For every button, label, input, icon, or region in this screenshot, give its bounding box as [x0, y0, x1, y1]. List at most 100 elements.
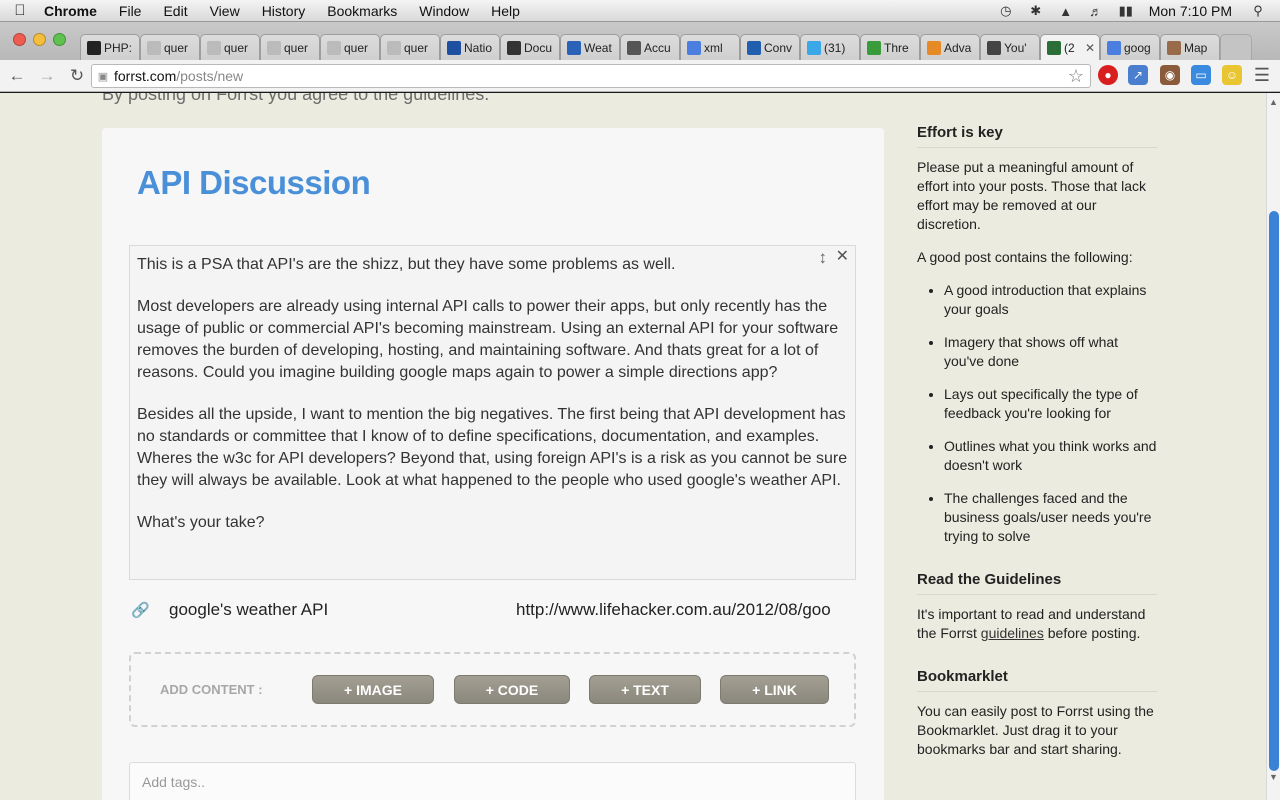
guidelines-heading: Read the Guidelines: [917, 570, 1157, 595]
add-content-box: ADD CONTENT : + IMAGE + CODE + TEXT + LI…: [129, 652, 856, 727]
browser-tab[interactable]: PHP:: [80, 34, 140, 60]
browser-tab[interactable]: (2 ✕: [1040, 34, 1100, 60]
tab-label: quer: [344, 40, 369, 55]
browser-tab[interactable]: quer: [320, 34, 380, 60]
wifi-icon[interactable]: ▲: [1051, 4, 1081, 19]
stop-extension-icon[interactable]: ●: [1098, 65, 1118, 85]
tab-label: Conv: [764, 40, 793, 55]
close-icon[interactable]: ✕: [836, 246, 849, 268]
google-favicon-icon: [687, 40, 701, 55]
eye-favicon-icon: [867, 40, 881, 55]
page-viewport: By posting on Forrst you agree to the gu…: [0, 93, 1266, 800]
body-paragraph: This is a PSA that API's are the shizz, …: [137, 256, 676, 273]
tab-list: PHP: quer quer quer quer quer Natio Docu Weat Acc…: [80, 34, 1252, 60]
attached-link-row: 🔗 google's weather API http://www.lifeha…: [129, 600, 856, 624]
reload-icon[interactable]: ↻: [64, 66, 90, 86]
list-item: Outlines what you think works and doesn'…: [944, 437, 1157, 475]
u-favicon-icon: [927, 40, 941, 55]
menu-app-chrome[interactable]: Chrome: [40, 3, 108, 19]
volume-icon[interactable]: ♬: [1081, 4, 1111, 19]
forrst-favicon-icon: [1047, 40, 1061, 55]
browser-tab[interactable]: (31): [800, 34, 860, 60]
apple-menu-icon[interactable]: : [0, 2, 40, 19]
guidelines-section: Read the Guidelines It's important to re…: [917, 570, 1157, 643]
menu-file[interactable]: File: [108, 3, 153, 19]
page-favicon-icon: [387, 40, 401, 55]
guidelines-link[interactable]: guidelines: [981, 625, 1044, 641]
link-title-field[interactable]: google's weather API: [169, 600, 328, 620]
tab-label: You': [1004, 40, 1027, 55]
share-extension-icon[interactable]: ↗: [1128, 65, 1148, 85]
menu-bookmarks[interactable]: Bookmarks: [316, 3, 408, 19]
browser-tab[interactable]: Adva: [920, 34, 980, 60]
page-scrollbar[interactable]: ▲ ▼: [1266, 93, 1280, 800]
browser-tab[interactable]: xml: [680, 34, 740, 60]
add-text-button[interactable]: + TEXT: [589, 675, 701, 704]
chrome-menu-icon[interactable]: ☰: [1254, 65, 1270, 86]
bookmarklet-text: You can easily post to Forrst using the …: [917, 703, 1154, 757]
bluetooth-icon[interactable]: ✱: [1021, 3, 1051, 19]
browser-tab[interactable]: quer: [200, 34, 260, 60]
browser-tab[interactable]: Conv: [740, 34, 800, 60]
resize-icon[interactable]: ↕: [819, 247, 828, 269]
browser-tab[interactable]: Docu: [500, 34, 560, 60]
menubar-clock[interactable]: Mon 7:10 PM: [1141, 3, 1250, 19]
tab-label: PHP:: [104, 40, 133, 55]
browser-tab[interactable]: quer: [140, 34, 200, 60]
list-item: Lays out specifically the type of feedba…: [944, 385, 1157, 423]
time-machine-icon[interactable]: ◷: [991, 3, 1021, 19]
browser-tab[interactable]: Map: [1160, 34, 1220, 60]
window-close-button[interactable]: [13, 33, 26, 46]
page-favicon-icon: [267, 40, 281, 55]
effort-heading: Effort is key: [917, 123, 1157, 148]
browser-tab[interactable]: goog: [1100, 34, 1160, 60]
emoji-extension-icon[interactable]: ☺: [1222, 65, 1242, 85]
add-image-button[interactable]: + IMAGE: [312, 675, 434, 704]
body-paragraph: Besides all the upside, I want to mentio…: [137, 406, 848, 489]
browser-tab[interactable]: Natio: [440, 34, 500, 60]
browser-tab[interactable]: Weat: [560, 34, 620, 60]
scroll-up-arrow-icon[interactable]: ▲: [1269, 97, 1278, 107]
tab-label: quer: [224, 40, 249, 55]
browser-tab[interactable]: quer: [380, 34, 440, 60]
battery-icon[interactable]: ▮▮: [1111, 3, 1141, 19]
menu-view[interactable]: View: [199, 3, 251, 19]
browser-tab[interactable]: You': [980, 34, 1040, 60]
menu-edit[interactable]: Edit: [152, 3, 198, 19]
url-host: forrst.com: [114, 68, 177, 84]
browser-tab[interactable]: Accu: [620, 34, 680, 60]
bookmark-star-icon[interactable]: ☆: [1068, 65, 1084, 87]
macos-menubar:  Chrome File Edit View History Bookmark…: [0, 0, 1280, 22]
body-paragraph: What's your take?: [137, 514, 265, 531]
new-tab-button[interactable]: [1220, 34, 1252, 60]
tab-label: Weat: [584, 40, 612, 55]
back-arrow-icon[interactable]: ←: [4, 66, 30, 86]
menu-window[interactable]: Window: [408, 3, 480, 19]
browser-tabstrip: PHP: quer quer quer quer quer Natio Docu Weat Acc…: [0, 22, 1280, 60]
scroll-down-arrow-icon[interactable]: ▼: [1269, 772, 1278, 782]
bookmark-extension-icon[interactable]: ▭: [1191, 65, 1211, 85]
tags-input[interactable]: Add tags..: [129, 762, 856, 800]
post-body-textarea[interactable]: ↕ ✕ This is a PSA that API's are the shi…: [129, 245, 856, 580]
bookmarklet-heading: Bookmarklet: [917, 667, 1157, 692]
weather-favicon-icon: [567, 40, 581, 55]
forward-arrow-icon[interactable]: →: [34, 66, 60, 86]
window-zoom-button[interactable]: [53, 33, 66, 46]
instagram-extension-icon[interactable]: ◉: [1160, 65, 1180, 85]
spotlight-search-icon[interactable]: ⚲: [1250, 3, 1280, 19]
address-bar[interactable]: ▣ forrst.com/posts/new ☆: [91, 64, 1091, 88]
add-link-button[interactable]: + LINK: [720, 675, 829, 704]
scroll-thumb[interactable]: [1269, 211, 1279, 771]
menu-history[interactable]: History: [251, 3, 317, 19]
browser-tab[interactable]: Thre: [860, 34, 920, 60]
browser-tab[interactable]: quer: [260, 34, 320, 60]
tools-favicon-icon: [987, 40, 1001, 55]
tab-close-icon[interactable]: ✕: [1085, 41, 1095, 55]
post-title[interactable]: API Discussion: [137, 164, 371, 202]
page-favicon-icon: [207, 40, 221, 55]
window-minimize-button[interactable]: [33, 33, 46, 46]
link-url-field[interactable]: http://www.lifehacker.com.au/2012/08/goo: [516, 600, 846, 620]
add-code-button[interactable]: + CODE: [454, 675, 570, 704]
menu-help[interactable]: Help: [480, 3, 531, 19]
bookmarklet-section: Bookmarklet You can easily post to Forrs…: [917, 667, 1157, 759]
